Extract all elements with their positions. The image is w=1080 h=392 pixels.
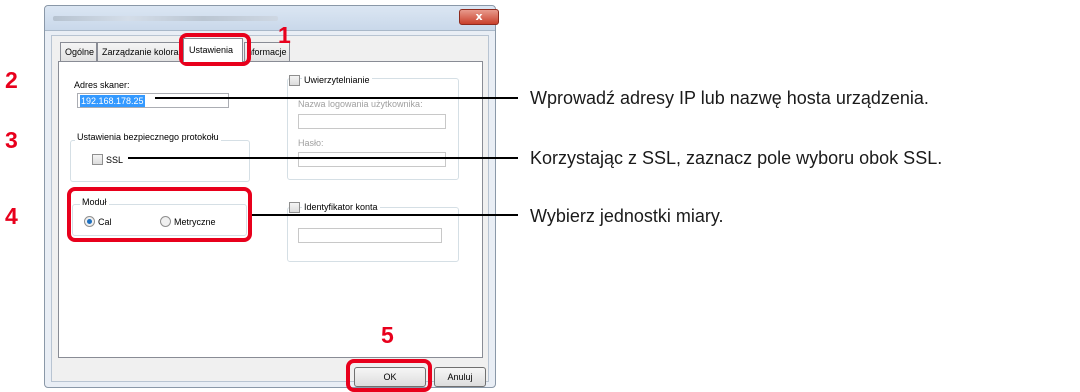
highlight-unit-group bbox=[67, 187, 252, 242]
scanner-address-label: Adres skaner: bbox=[74, 80, 130, 90]
callout-number-5: 5 bbox=[381, 322, 394, 348]
password-input[interactable] bbox=[298, 152, 446, 167]
callout-text-unit: Wybierz jednostki miary. bbox=[530, 206, 724, 226]
username-label: Nazwa logowania użytkownika: bbox=[298, 99, 423, 109]
scanner-address-value: 192.168.178.25 bbox=[80, 95, 145, 107]
ssl-checkbox[interactable] bbox=[92, 154, 103, 165]
leader-line-ip bbox=[155, 97, 518, 99]
cancel-button[interactable]: Anuluj bbox=[434, 367, 486, 387]
tab-settings[interactable]: Ustawienia bbox=[183, 38, 243, 62]
username-input[interactable] bbox=[298, 114, 446, 129]
blurred-window-title bbox=[53, 16, 278, 21]
callout-number-4: 4 bbox=[5, 203, 18, 229]
secure-protocol-group-label: Ustawienia bezpiecznego protokołu bbox=[75, 132, 221, 143]
callout-number-1: 1 bbox=[278, 22, 291, 48]
callout-number-3: 3 bbox=[5, 127, 18, 153]
highlight-ok-button bbox=[346, 359, 432, 392]
leader-line-ssl bbox=[128, 157, 518, 159]
account-id-label: Identyfikator konta bbox=[302, 202, 380, 213]
account-id-checkbox[interactable] bbox=[289, 202, 300, 213]
auth-checkbox[interactable] bbox=[289, 75, 300, 86]
title-bar[interactable]: x bbox=[45, 6, 499, 31]
account-id-input[interactable] bbox=[298, 228, 442, 243]
callout-text-ip: Wprowadź adresy IP lub nazwę hosta urząd… bbox=[530, 88, 929, 108]
ssl-label: SSL bbox=[106, 155, 124, 165]
callout-text-ssl: Korzystając z SSL, zaznacz pole wyboru o… bbox=[530, 148, 943, 168]
tab-general[interactable]: Ogólne bbox=[60, 42, 97, 61]
auth-label: Uwierzytelnianie bbox=[302, 75, 372, 86]
tab-color-management[interactable]: Zarządzanie kolora bbox=[97, 42, 181, 61]
password-label: Hasło: bbox=[298, 138, 324, 148]
close-button[interactable]: x bbox=[459, 9, 499, 25]
leader-line-unit bbox=[252, 214, 518, 216]
callout-number-2: 2 bbox=[5, 67, 18, 93]
